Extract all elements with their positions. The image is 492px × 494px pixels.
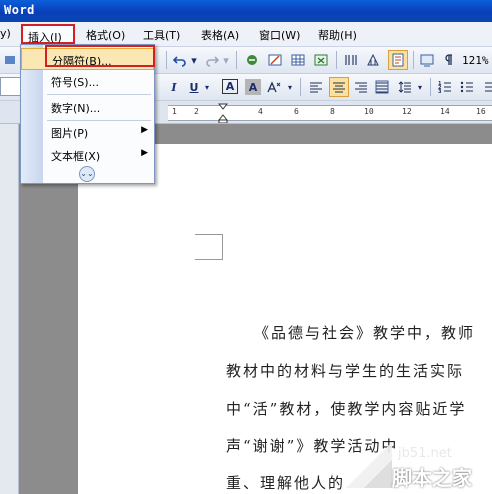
watermark-logo-icon [346, 442, 392, 488]
menu-item-help[interactable]: 帮助(H) [318, 27, 357, 43]
menu-separator [47, 94, 151, 95]
title-bar: Word [0, 0, 492, 22]
page-corner-mark [195, 259, 223, 260]
line-spacing-icon[interactable] [397, 79, 413, 95]
menu-item-number[interactable]: 数字(N)... [21, 96, 154, 118]
menu-item-insert-label: 插入(I) [28, 31, 62, 44]
redo-dropdown-icon[interactable]: ▾ [222, 52, 230, 68]
ruler-label: 10 [364, 107, 374, 116]
ruler-label: 12 [402, 107, 412, 116]
document-text-line: 中“活”教材，使教学内容贴近学 [226, 400, 467, 418]
toolbar-separator [166, 51, 167, 69]
menu-item-tools[interactable]: 工具(T) [143, 27, 180, 43]
menu-item-textbox-label: 文本框(X) [51, 150, 101, 163]
menu-item-number-label: 数字(N)... [51, 102, 101, 115]
bullets-icon[interactable] [459, 79, 475, 95]
text-scale-dropdown-icon[interactable]: ▾ [286, 79, 294, 95]
hyperlink-icon[interactable] [244, 52, 260, 68]
line-spacing-dropdown-icon[interactable]: ▾ [416, 79, 424, 95]
menu-item-symbol[interactable]: 符号(S)... [21, 70, 154, 92]
insert-excel-icon[interactable] [313, 52, 329, 68]
menu-item-textbox[interactable]: 文本框(X) ▶ [21, 144, 154, 166]
vertical-ruler [0, 124, 19, 494]
drawing-icon[interactable] [365, 52, 381, 68]
align-center-icon[interactable] [329, 77, 349, 97]
document-map-icon[interactable] [388, 50, 408, 70]
ruler-label: 8 [330, 107, 335, 116]
zoom-value[interactable]: 121% [462, 54, 489, 67]
ruler-label: 14 [440, 107, 450, 116]
document-text-line: 《品德与社会》教学中，教师 [254, 324, 476, 342]
toolbar-separator [300, 78, 301, 96]
watermark-site: jb51.net [398, 446, 452, 461]
partial-toolbar-icon[interactable] [2, 52, 18, 68]
menu-item-view[interactable]: y) [0, 27, 11, 40]
document-text-line: 重、理解他人的 [226, 474, 346, 492]
svg-text:3: 3 [438, 89, 442, 94]
align-left-icon[interactable] [308, 79, 324, 95]
read-mode-icon[interactable] [419, 52, 435, 68]
ruler-label: 16 [476, 107, 486, 116]
toolbar-separator [413, 51, 414, 69]
document-text-line: 教材中的材料与学生的生活实际 [226, 362, 465, 380]
ruler-label: 6 [294, 107, 299, 116]
highlight-box [45, 45, 155, 67]
align-right-icon[interactable] [353, 79, 369, 95]
char-shading-button[interactable]: A [245, 79, 261, 95]
menu-item-picture-label: 图片(P) [51, 127, 89, 140]
char-border-button[interactable]: A [222, 79, 238, 94]
toolbar-separator [430, 78, 431, 96]
ruler-label: 1 [172, 107, 177, 116]
decrease-indent-icon[interactable] [479, 79, 492, 95]
page-corner-mark [222, 234, 223, 260]
italic-button[interactable]: I [166, 79, 182, 95]
menu-item-format[interactable]: 格式(O) [86, 27, 125, 43]
indent-marker-icon[interactable] [218, 103, 228, 123]
show-hide-icon[interactable] [440, 52, 456, 68]
double-chevron-down-icon[interactable]: ⌄⌄ [79, 166, 95, 182]
menu-item-insert[interactable]: 插入(I) [21, 24, 75, 44]
ruler-label: 2 [194, 107, 199, 116]
submenu-arrow-icon: ▶ [141, 125, 148, 135]
submenu-arrow-icon: ▶ [141, 148, 148, 158]
toolbar-separator [236, 51, 237, 69]
page-corner-mark [195, 234, 223, 235]
menu-item-table[interactable]: 表格(A) [201, 27, 239, 43]
tables-borders-icon[interactable] [267, 52, 283, 68]
numbering-icon[interactable]: 123 [437, 79, 453, 95]
window-title: Word [4, 3, 35, 17]
ruler-label: 4 [258, 107, 263, 116]
undo-dropdown-icon[interactable]: ▾ [190, 52, 198, 68]
menu-item-symbol-label: 符号(S)... [51, 76, 100, 89]
columns-icon[interactable] [343, 52, 359, 68]
insert-table-icon[interactable] [290, 52, 306, 68]
menu-item-window[interactable]: 窗口(W) [259, 27, 300, 43]
justify-icon[interactable] [374, 79, 390, 95]
menu-item-picture[interactable]: 图片(P) ▶ [21, 121, 154, 143]
underline-button[interactable]: U [186, 79, 202, 95]
underline-dropdown-icon[interactable]: ▾ [203, 79, 211, 95]
ruler-strip: 1 2 4 6 8 10 12 14 16 [168, 105, 492, 121]
watermark-brand: 脚本之家 [392, 466, 472, 490]
toolbar-separator [336, 51, 337, 69]
text-scale-icon[interactable] [266, 79, 282, 95]
redo-icon[interactable] [204, 52, 220, 68]
undo-icon[interactable] [172, 52, 188, 68]
